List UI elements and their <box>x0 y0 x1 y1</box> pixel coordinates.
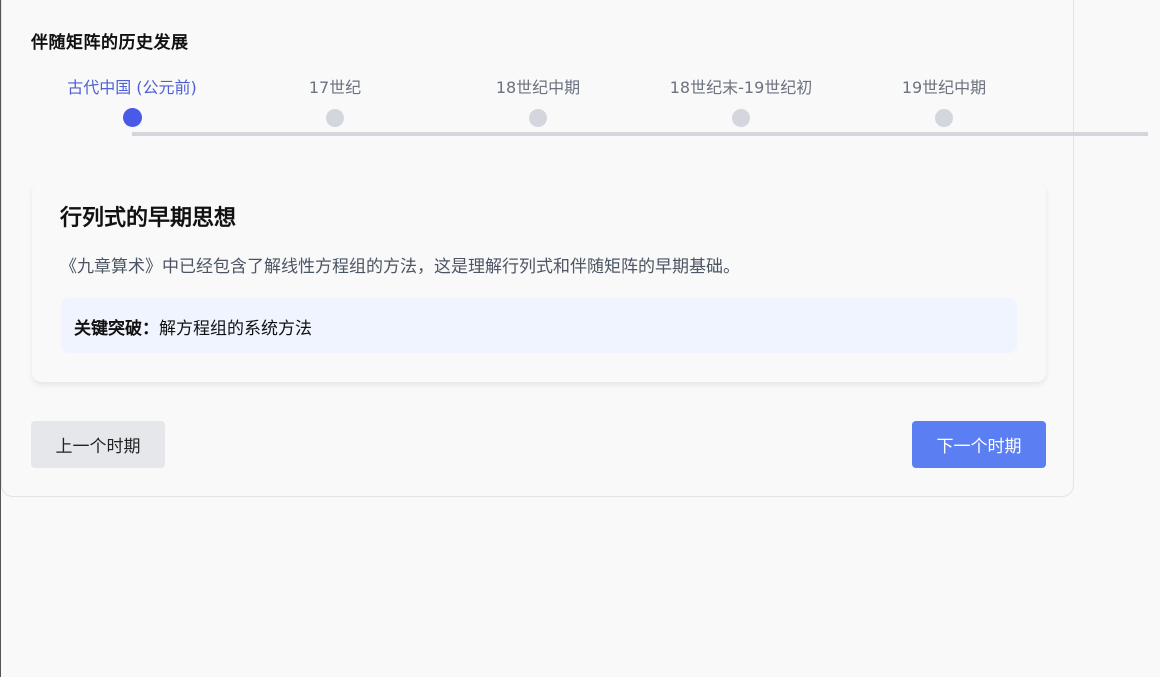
timeline-stop-mid-18th-century[interactable]: 18世纪中期 <box>438 78 638 127</box>
key-breakthrough-label: 关键突破： <box>74 319 159 339</box>
timeline-dot[interactable] <box>732 109 750 127</box>
timeline-stop-mid-19th-century[interactable]: 19世纪中期 <box>844 78 1044 127</box>
previous-period-button[interactable]: 上一个时期 <box>31 421 165 468</box>
key-breakthrough-box: 关键突破：解方程组的系统方法 <box>61 298 1017 353</box>
timeline-dot[interactable] <box>326 109 344 127</box>
timeline-stop-label: 18世纪中期 <box>495 78 581 97</box>
timeline-stop-label: 17世纪 <box>308 78 362 97</box>
timeline-stop-late-18th-early-19th[interactable]: 18世纪末-19世纪初 <box>641 78 841 127</box>
next-period-button[interactable]: 下一个时期 <box>912 421 1046 468</box>
timeline-stop-label: 古代中国 (公元前) <box>67 78 197 97</box>
key-breakthrough-text: 解方程组的系统方法 <box>159 319 312 339</box>
timeline-stop-label: 18世纪末-19世纪初 <box>669 78 813 97</box>
timeline-track <box>132 132 1148 136</box>
timeline-stop-17th-century[interactable]: 17世纪 <box>235 78 435 127</box>
timeline-stop-label: 19世纪中期 <box>901 78 987 97</box>
page-title: 伴随矩阵的历史发展 <box>31 33 189 53</box>
timeline-stop-ancient-china[interactable]: 古代中国 (公元前) <box>32 78 232 127</box>
timeline-dot[interactable] <box>935 109 953 127</box>
timeline-dot-active[interactable] <box>122 108 142 127</box>
period-detail-panel: 行列式的早期思想 《九章算术》中已经包含了解线性方程组的方法，这是理解行列式和伴… <box>32 182 1046 382</box>
period-heading: 行列式的早期思想 <box>60 206 237 231</box>
timeline-dot[interactable] <box>529 109 547 127</box>
period-description: 《九章算术》中已经包含了解线性方程组的方法，这是理解行列式和伴随矩阵的早期基础。 <box>60 257 740 277</box>
